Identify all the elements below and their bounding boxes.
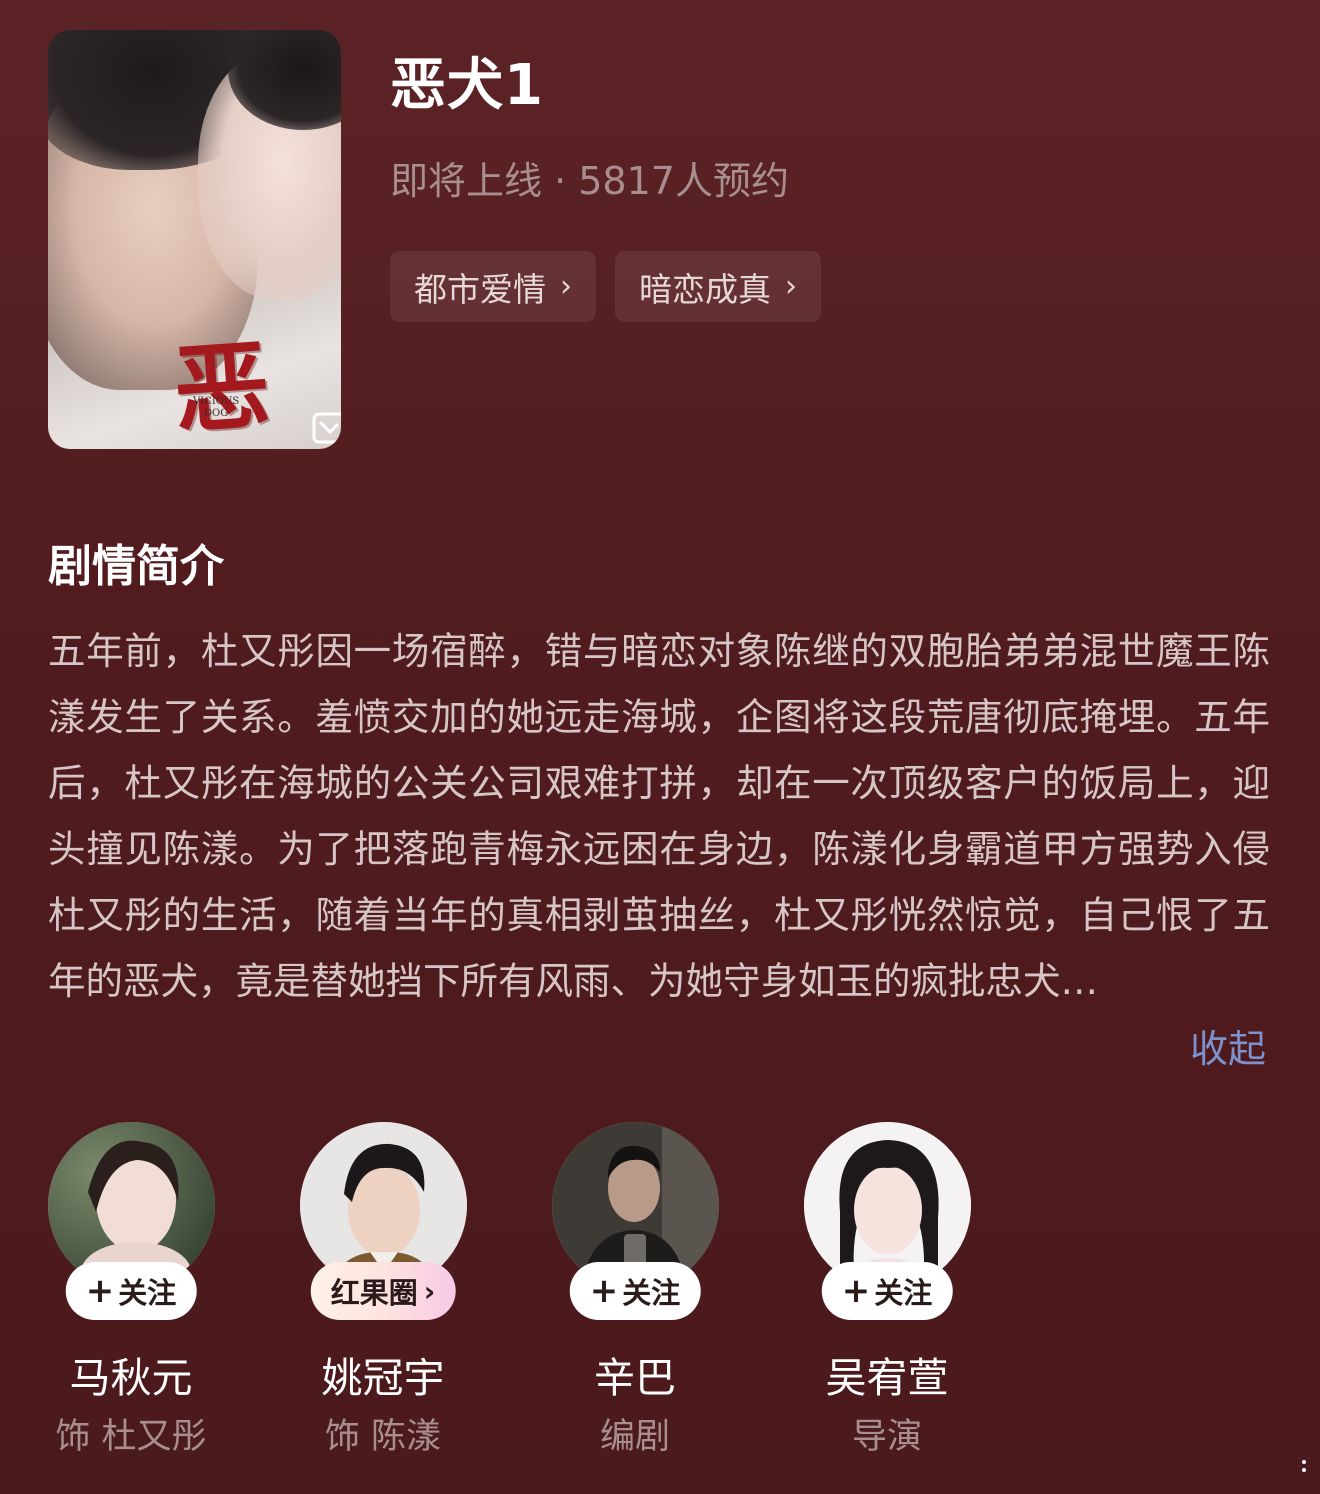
- cast-crew-list: + 关注 马秋元 饰 杜又彤 红果圈 › 姚冠宇 饰 陈漾 + 关注 辛巴 编剧…: [0, 1122, 1320, 1462]
- person-role: 编剧: [599, 1417, 670, 1457]
- hongguo-circle-button[interactable]: 红果圈 ›: [310, 1262, 456, 1320]
- synopsis-heading: 剧情简介: [48, 541, 224, 592]
- chevron-right-icon: ›: [423, 1274, 436, 1308]
- tag-urban-romance[interactable]: 都市爱情 ›: [390, 251, 596, 322]
- plus-icon: +: [85, 1271, 115, 1311]
- collapse-link[interactable]: 收起: [1190, 1018, 1266, 1073]
- poster-subtitle-art: VICIOUS DOG: [193, 396, 239, 420]
- follow-button-label: 关注: [874, 1276, 933, 1310]
- chevron-right-icon: ›: [560, 269, 572, 304]
- show-meta: 即将上线 · 5817人预约: [390, 159, 789, 203]
- person-name: 辛巴: [594, 1354, 676, 1402]
- poster-subtitle-line1: VICIOUS: [193, 396, 240, 407]
- synopsis-text: 五年前，杜又彤因一场宿醉，错与暗恋对象陈继的双胞胎弟弟混世魔王陈漾发生了关系。羞…: [48, 629, 1270, 1003]
- follow-button-label: 关注: [118, 1276, 177, 1310]
- follow-button-label: 关注: [622, 1276, 681, 1310]
- chevron-right-icon: ›: [785, 269, 797, 304]
- circle-button-label: 红果圈: [330, 1276, 418, 1310]
- genre-tags: 都市爱情 › 暗恋成真 ›: [390, 251, 821, 322]
- person-role: 饰 杜又彤: [55, 1417, 207, 1457]
- plus-icon: +: [841, 1271, 871, 1311]
- follow-button[interactable]: + 关注: [65, 1262, 197, 1320]
- show-poster[interactable]: 恶犬1 VICIOUS DOG: [48, 30, 341, 449]
- plus-icon: +: [589, 1271, 619, 1311]
- person-name: 吴宥萱: [825, 1354, 949, 1402]
- person-name: 姚冠宇: [321, 1354, 445, 1402]
- person-role: 导演: [851, 1417, 922, 1457]
- follow-button[interactable]: + 关注: [821, 1262, 953, 1320]
- show-title: 恶犬1: [390, 53, 544, 118]
- tag-label: 都市爱情: [414, 269, 546, 309]
- follow-button[interactable]: + 关注: [569, 1262, 701, 1320]
- tag-secret-crush[interactable]: 暗恋成真 ›: [615, 251, 821, 322]
- person-role: 饰 陈漾: [324, 1417, 442, 1457]
- poster-badge-icon: [312, 412, 341, 444]
- more-dots-icon[interactable]: [1302, 1460, 1306, 1476]
- tag-label: 暗恋成真: [639, 269, 771, 309]
- person-name: 马秋元: [69, 1354, 193, 1402]
- poster-subtitle-line2: DOG: [204, 408, 229, 419]
